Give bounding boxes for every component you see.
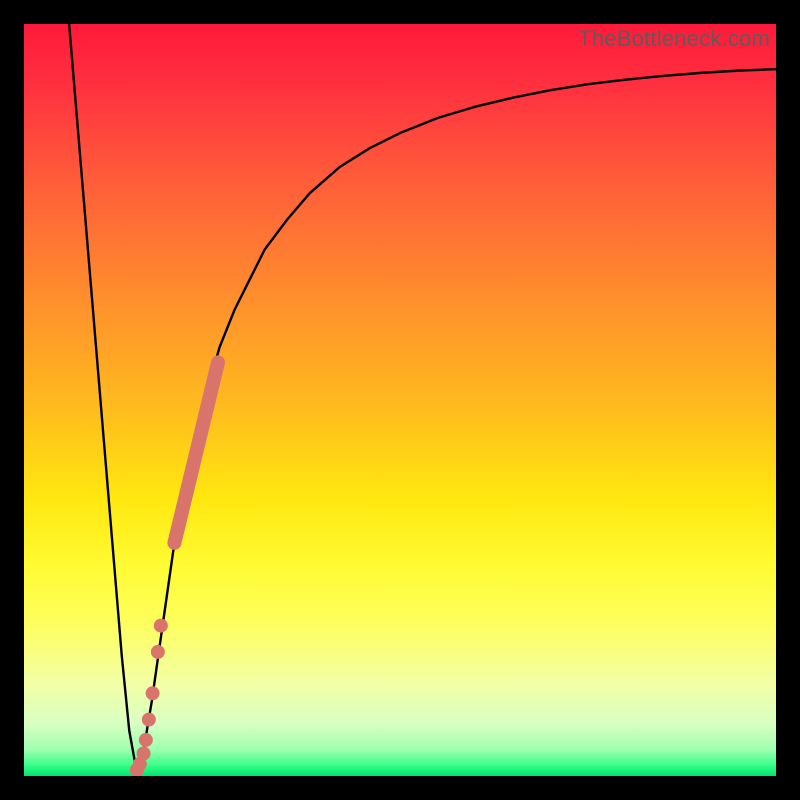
watermark-text: TheBottleneck.com xyxy=(578,26,770,52)
highlight-dot xyxy=(146,686,160,700)
chart-frame: TheBottleneck.com xyxy=(24,24,776,776)
highlight-dot xyxy=(154,619,168,633)
bottleneck-chart xyxy=(24,24,776,776)
highlight-dot xyxy=(139,733,153,747)
highlight-dot xyxy=(151,645,165,659)
highlight-dot xyxy=(142,713,156,727)
gradient-background xyxy=(24,24,776,776)
